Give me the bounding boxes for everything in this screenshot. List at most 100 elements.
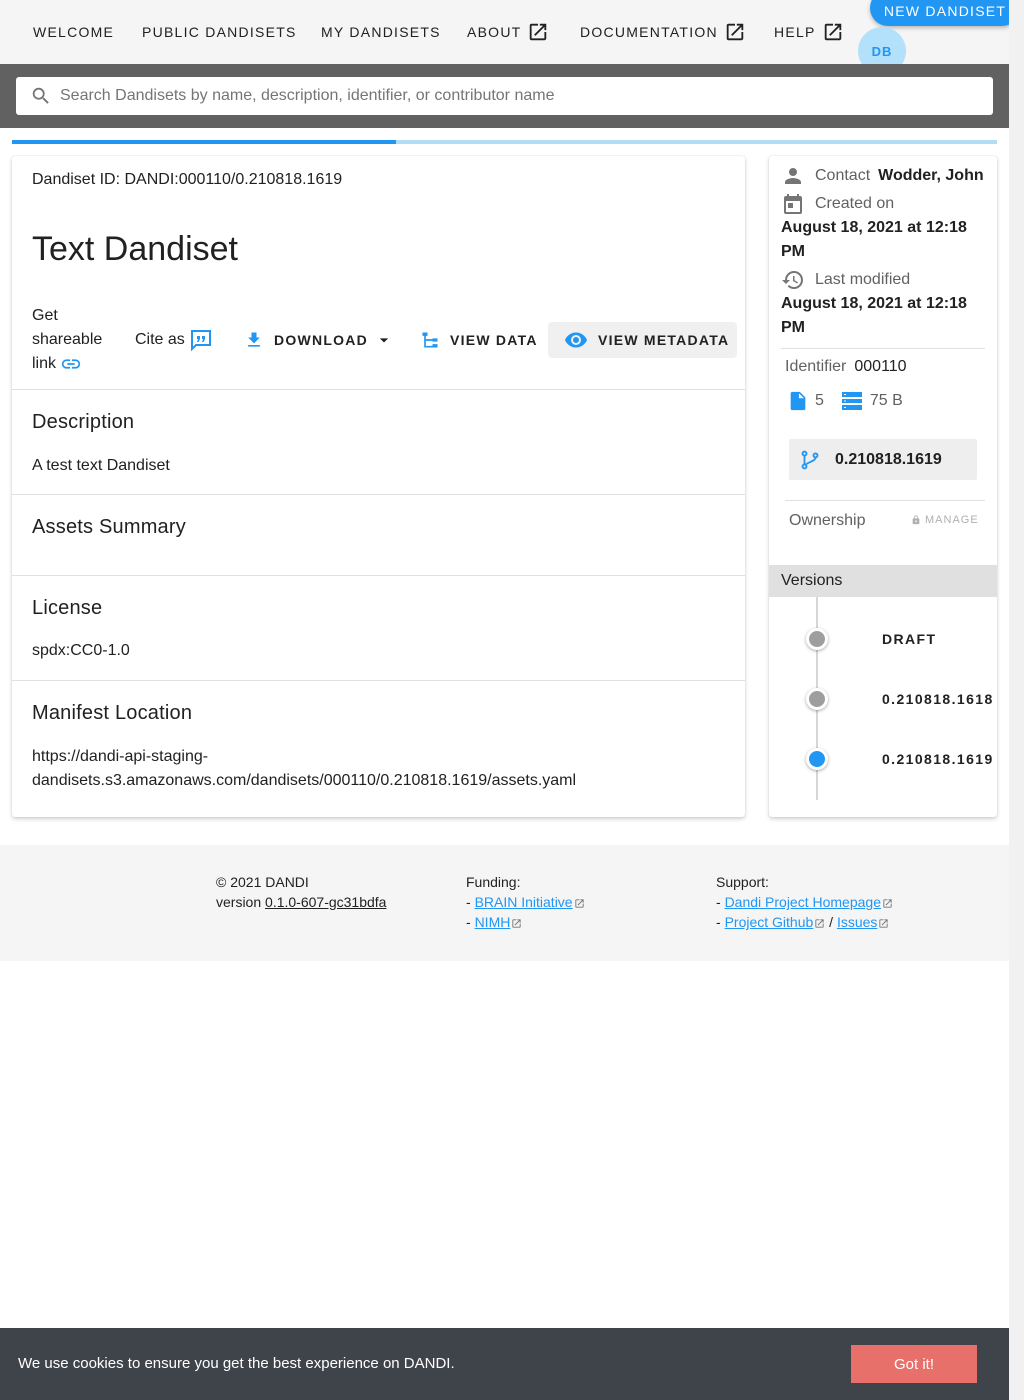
versions-title: Versions: [781, 572, 843, 589]
manifest-url: https://dandi-api-staging-dandisets.s3.a…: [32, 748, 577, 789]
created-row: Created on: [781, 192, 894, 216]
external-link-icon: [574, 899, 584, 908]
version-dot-current[interactable]: [806, 748, 828, 770]
external-link-icon: [726, 23, 744, 41]
version-link[interactable]: 0.1.0-607-gc31bdfa: [265, 894, 386, 910]
created-label: Created on: [815, 195, 895, 212]
footer-support: Support: - Dandi Project Homepage - Proj…: [716, 872, 893, 932]
created-date: August 18, 2021 at 12:18 PM: [781, 219, 967, 260]
vertical-scrollbar[interactable]: [1009, 0, 1024, 1400]
view-data-label: VIEW DATA: [450, 332, 538, 348]
nav-welcome[interactable]: WELCOME: [33, 0, 114, 64]
download-icon: [248, 332, 260, 347]
download-label: DOWNLOAD: [274, 332, 368, 348]
current-version-label: 0.210818.1619: [835, 450, 942, 468]
versions-header: Versions: [769, 565, 997, 597]
calendar-icon: [784, 194, 802, 214]
search-icon: [32, 87, 49, 104]
modified-row: Last modified: [781, 268, 910, 292]
support-item: - Project Github / Issues: [716, 912, 893, 932]
footer-copyright: © 2021 DANDI version 0.1.0-607-gc31bdfa: [216, 872, 386, 912]
contact-label: Contact: [815, 167, 871, 184]
project-github-link[interactable]: Project Github: [725, 914, 814, 930]
cookie-banner: We use cookies to ensure you get the bes…: [0, 1328, 1009, 1400]
manifest-location-text: https://dandi-api-staging-dandisets.s3.a…: [32, 745, 632, 793]
version-dot[interactable]: [806, 628, 828, 650]
caret-down-icon: [379, 338, 389, 343]
nav-my-dandisets[interactable]: MY DANDISETS: [321, 0, 441, 64]
identifier-value: 000110: [854, 358, 907, 375]
version-0-210818-1618[interactable]: 0.210818.1618: [882, 691, 994, 707]
funding-title: Funding:: [466, 874, 521, 890]
dandiset-main-card: Dandiset ID: DANDI:000110/0.210818.1619 …: [12, 156, 745, 817]
shareable-link-button[interactable]: Get shareable link: [32, 304, 112, 376]
link-separator: /: [829, 914, 834, 930]
license-text: spdx:CC0-1.0: [32, 642, 130, 659]
modified-date: August 18, 2021 at 12:18 PM: [781, 295, 967, 336]
search-bar: [0, 64, 1009, 128]
loading-progress-bar: [12, 140, 997, 144]
current-version-selector[interactable]: 0.210818.1619: [789, 439, 977, 480]
footer: © 2021 DANDI version 0.1.0-607-gc31bdfa …: [0, 845, 1009, 961]
link-icon: [62, 359, 81, 369]
modified-label: Last modified: [815, 271, 911, 288]
version-draft[interactable]: DRAFT: [882, 631, 936, 647]
brain-initiative-link[interactable]: BRAIN Initiative: [475, 894, 573, 910]
footer-funding: Funding: - BRAIN Initiative - NIMH: [466, 872, 585, 932]
avatar-initials: DB: [871, 43, 893, 59]
view-metadata-label: VIEW METADATA: [598, 332, 730, 348]
file-count: 5: [815, 392, 824, 409]
nav-documentation[interactable]: DOCUMENTATION: [580, 0, 746, 64]
eye-icon: [565, 332, 587, 348]
search-field[interactable]: [16, 77, 993, 115]
nav-help[interactable]: HELP: [774, 0, 844, 64]
progress-fill: [12, 140, 397, 144]
cite-as-label: Cite as: [135, 331, 185, 348]
new-dandiset-label: NEW DANDISET: [883, 3, 1007, 19]
issues-link[interactable]: Issues: [837, 914, 877, 930]
nav-about[interactable]: ABOUT: [467, 0, 549, 64]
version-prefix: version: [216, 894, 262, 910]
cite-as-button[interactable]: Cite as: [135, 328, 213, 352]
nav-about-label: ABOUT: [467, 24, 522, 40]
view-data-button[interactable]: VIEW DATA: [420, 322, 538, 358]
search-input[interactable]: [60, 87, 940, 105]
download-button[interactable]: DOWNLOAD: [244, 322, 394, 358]
cookie-accept-button[interactable]: Got it!: [851, 1345, 977, 1383]
version-dot[interactable]: [806, 688, 828, 710]
branch-icon: [801, 450, 819, 469]
contact-value: Wodder, John: [878, 167, 984, 184]
license-title: License: [32, 597, 103, 619]
nimh-link[interactable]: NIMH: [475, 914, 511, 930]
page: WELCOME PUBLIC DANDISETS MY DANDISETS AB…: [0, 0, 1020, 1400]
cookie-accept-label: Got it!: [893, 1355, 934, 1373]
divider: [781, 348, 985, 349]
copyright-text: © 2021 DANDI: [216, 874, 309, 890]
manifest-title: Manifest Location: [32, 702, 193, 724]
support-title: Support:: [716, 874, 769, 890]
dandiset-sidebar: Contact Wodder, John Created on August 1…: [769, 156, 997, 817]
identifier-label: Identifier: [785, 358, 847, 375]
nav-help-label: HELP: [774, 24, 816, 40]
dandiset-title: Text Dandiset: [32, 230, 238, 268]
manage-label: MANAGE: [925, 514, 979, 526]
divider: [12, 575, 745, 576]
divider: [12, 680, 745, 681]
dandi-homepage-link[interactable]: Dandi Project Homepage: [725, 894, 881, 910]
external-link-icon: [824, 23, 841, 41]
nav-public-dandisets[interactable]: PUBLIC DANDISETS: [142, 0, 297, 64]
total-size: 75 B: [869, 392, 903, 409]
view-metadata-button[interactable]: VIEW METADATA: [548, 322, 737, 358]
stats-row: 5 75 B: [787, 389, 903, 413]
cookie-text: We use cookies to ensure you get the bes…: [18, 1355, 455, 1372]
manage-ownership-button[interactable]: MANAGE: [911, 514, 979, 526]
quote-icon: [190, 330, 211, 352]
footer-version: version 0.1.0-607-gc31bdfa: [216, 892, 386, 912]
description-title: Description: [32, 411, 135, 433]
nav-public-dandisets-label: PUBLIC DANDISETS: [142, 24, 297, 40]
support-item: - Dandi Project Homepage: [716, 892, 893, 912]
version-0-210818-1619[interactable]: 0.210818.1619: [882, 751, 994, 767]
dandiset-id: Dandiset ID: DANDI:000110/0.210818.1619: [32, 171, 343, 188]
divider: [12, 389, 745, 390]
new-dandiset-button[interactable]: NEW DANDISET: [870, 0, 1020, 26]
